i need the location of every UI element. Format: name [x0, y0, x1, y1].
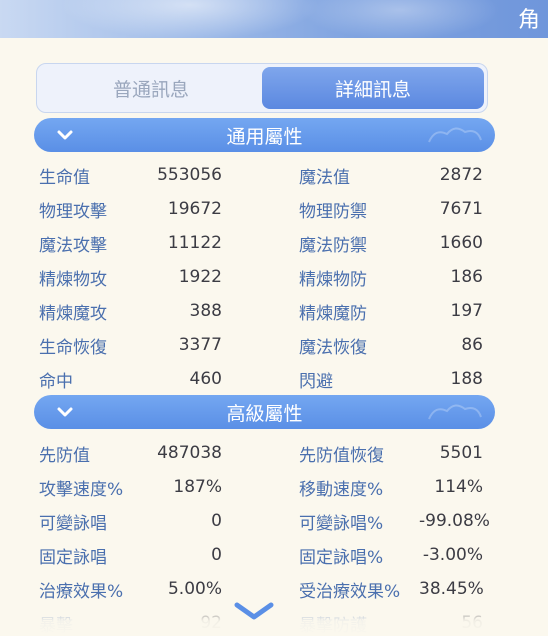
stats-row: 生命值 553056 魔法值 2872 [39, 158, 483, 192]
stat-value: -3.00% [422, 545, 483, 565]
cloud-decoration-icon [428, 404, 482, 420]
section-header-general[interactable]: 通用屬性 [34, 118, 495, 152]
section-title: 通用屬性 [226, 125, 303, 148]
stat-label: 精煉魔攻 [39, 303, 107, 324]
stats-row: 精煉物攻 1922 精煉物防 186 [39, 260, 483, 294]
stats-row: 命中 460 閃避 188 [39, 362, 483, 396]
stats-row: 物理攻擊 19672 物理防禦 7671 [39, 192, 483, 226]
stat-label: 可變詠唱% [299, 513, 384, 534]
stat-label: 可變詠唱 [39, 513, 107, 534]
stat-value: 5501 [439, 443, 483, 463]
top-banner: 角 [0, 0, 548, 38]
stats-row: 先防值 487038 先防值恢復 5501 [39, 436, 483, 470]
stats-row: 生命恢復 3377 魔法恢復 86 [39, 328, 483, 362]
stat-label: 魔法值 [299, 167, 350, 188]
stat-label: 生命值 [39, 167, 90, 188]
stat-value: 5.00% [167, 579, 222, 599]
stat-value: 2872 [439, 165, 483, 185]
stat-label: 精煉魔防 [299, 303, 367, 324]
stat-label: 先防值恢復 [299, 445, 384, 466]
stats-row: 精煉魔攻 388 精煉魔防 197 [39, 294, 483, 328]
stat-value: 19672 [167, 199, 222, 219]
stat-value: 188 [450, 369, 483, 389]
stat-label: 命中 [39, 371, 73, 392]
stat-label: 精煉物攻 [39, 269, 107, 290]
stat-value: 0 [211, 545, 222, 565]
section-header-advanced[interactable]: 高級屬性 [34, 395, 495, 429]
stats-row: 可變詠唱 0 可變詠唱% -99.08% [39, 504, 490, 538]
stat-label: 生命恢復 [39, 337, 107, 358]
stats-row: 魔法攻擊 11122 魔法防禦 1660 [39, 226, 483, 260]
stat-label: 攻擊速度% [39, 479, 124, 500]
stat-value: 86 [461, 335, 483, 355]
stats-row: 攻擊速度% 187% 移動速度% 114% [39, 470, 483, 504]
cloud-decoration-icon [428, 127, 482, 143]
stat-value: 11122 [167, 233, 222, 253]
stat-label: 固定詠唱 [39, 547, 107, 568]
stat-value: 38.45% [419, 579, 484, 599]
stat-label: 魔法攻擊 [39, 235, 107, 256]
stat-value: -99.08% [419, 511, 490, 531]
stat-value: 3377 [178, 335, 222, 355]
stat-label: 移動速度% [299, 479, 384, 500]
stat-label: 精煉物防 [299, 269, 367, 290]
stat-value: 460 [189, 369, 222, 389]
stat-value: 1922 [178, 267, 222, 287]
stat-label: 魔法防禦 [299, 235, 367, 256]
stat-value: 114% [434, 477, 483, 497]
stat-label: 先防值 [39, 445, 90, 466]
stat-value: 186 [450, 267, 483, 287]
stat-label: 物理攻擊 [39, 201, 107, 222]
stat-value: 187% [173, 477, 222, 497]
section-title: 高級屬性 [226, 402, 303, 425]
stat-label: 固定詠唱% [299, 547, 384, 568]
tab-detailed-info[interactable]: 詳細訊息 [262, 67, 484, 109]
stat-label: 閃避 [299, 371, 333, 392]
banner-title: 角 [518, 8, 543, 33]
stat-label: 魔法恢復 [299, 337, 367, 358]
stat-label: 物理防禦 [299, 201, 367, 222]
stat-value: 197 [450, 301, 483, 321]
scroll-down-chevron-icon[interactable] [233, 600, 275, 622]
info-tabs: 普通訊息 詳細訊息 [36, 63, 488, 113]
chevron-down-icon[interactable] [54, 124, 76, 146]
stat-value: 388 [189, 301, 222, 321]
stat-value: 553056 [157, 165, 222, 185]
chevron-down-icon[interactable] [54, 401, 76, 423]
tab-basic-info[interactable]: 普通訊息 [40, 67, 262, 109]
stat-value: 487038 [157, 443, 222, 463]
stats-row: 固定詠唱 0 固定詠唱% -3.00% [39, 538, 483, 572]
stat-value: 0 [211, 511, 222, 531]
stat-value: 7671 [439, 199, 483, 219]
stat-value: 1660 [439, 233, 483, 253]
